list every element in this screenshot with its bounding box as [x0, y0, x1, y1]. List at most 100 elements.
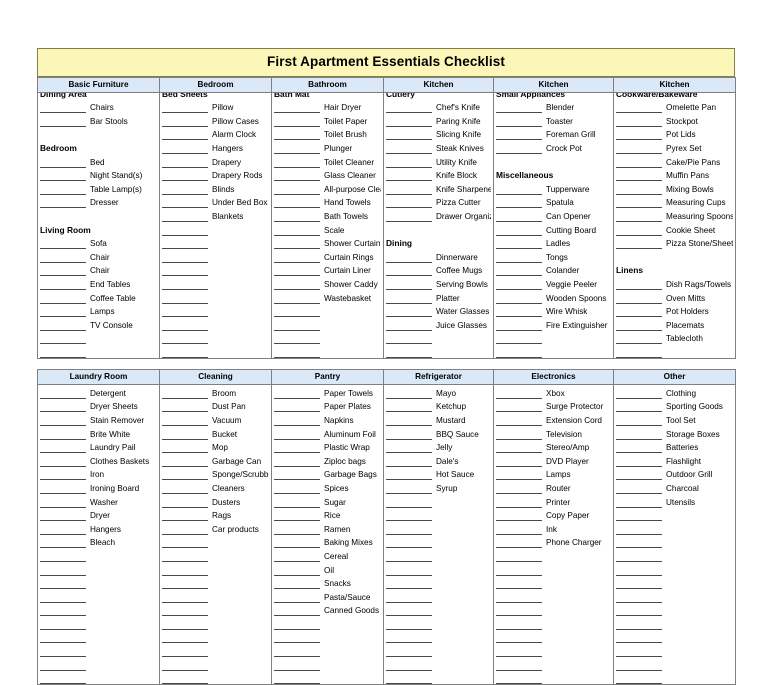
checkbox-line[interactable]	[386, 183, 432, 195]
checkbox-line[interactable]	[616, 169, 662, 182]
checkbox-line[interactable]	[40, 264, 86, 277]
checkbox-line[interactable]	[162, 564, 208, 576]
checklist-item-row[interactable]: Pyrex Set	[614, 140, 735, 155]
checkbox-line[interactable]	[40, 292, 86, 304]
checkbox-line[interactable]	[162, 659, 208, 671]
checklist-item-row[interactable]	[160, 643, 271, 658]
checkbox-line[interactable]	[40, 536, 86, 549]
checklist-item-row[interactable]	[38, 548, 159, 562]
checkbox-line[interactable]	[162, 128, 208, 141]
checkbox-line[interactable]	[162, 278, 208, 291]
checklist-item-row[interactable]: Lamps	[494, 467, 613, 481]
checkbox-line[interactable]	[616, 237, 662, 250]
checkbox-line[interactable]	[386, 319, 432, 331]
checkbox-line[interactable]	[162, 496, 208, 508]
checkbox-line[interactable]	[386, 305, 432, 318]
checkbox-line[interactable]	[162, 142, 208, 155]
checkbox-line[interactable]	[274, 278, 320, 291]
checklist-item-row[interactable]: Mayo	[384, 385, 493, 399]
checkbox-line[interactable]	[162, 455, 208, 467]
checklist-item-row[interactable]	[38, 616, 159, 630]
checklist-item-row[interactable]: Jelly	[384, 440, 493, 454]
checkbox-line[interactable]	[496, 251, 542, 263]
checklist-item-row[interactable]: Tablecloth	[614, 331, 735, 345]
checkbox-line[interactable]	[496, 414, 542, 426]
checklist-item-row[interactable]: Plunger	[272, 140, 383, 155]
checklist-item-row[interactable]: Mop	[160, 440, 271, 454]
checklist-item-row[interactable]	[384, 576, 493, 590]
checklist-item-row[interactable]: Scale	[272, 222, 383, 236]
checkbox-line[interactable]	[274, 210, 320, 223]
checklist-item-row[interactable]: Knife Block	[384, 168, 493, 182]
checklist-item-row[interactable]: Storage Boxes	[614, 426, 735, 440]
checkbox-line[interactable]	[40, 509, 86, 522]
checklist-item-row[interactable]	[614, 508, 735, 522]
checklist-item-row[interactable]: Surge Protector	[494, 399, 613, 413]
checklist-item-row[interactable]: Pasta/Sauce	[272, 589, 383, 603]
checklist-item-row[interactable]	[272, 671, 383, 685]
checklist-item-row[interactable]: Sponge/Scrubber	[160, 467, 271, 481]
checkbox-line[interactable]	[616, 414, 662, 426]
checkbox-line[interactable]	[496, 659, 542, 671]
checkbox-line[interactable]	[162, 196, 208, 209]
checklist-item-row[interactable]	[614, 657, 735, 671]
checkbox-line[interactable]	[162, 468, 208, 481]
checkbox-line[interactable]	[496, 672, 542, 685]
checkbox-line[interactable]	[274, 264, 320, 277]
checkbox-line[interactable]	[40, 659, 86, 671]
checkbox-line[interactable]	[274, 536, 320, 549]
checklist-item-row[interactable]: Vacuum	[160, 412, 271, 426]
checkbox-line[interactable]	[274, 346, 320, 358]
checklist-item-row[interactable]	[384, 643, 493, 658]
checklist-item-row[interactable]	[160, 548, 271, 562]
checkbox-line[interactable]	[496, 237, 542, 250]
checkbox-line[interactable]	[274, 672, 320, 685]
checklist-item-row[interactable]: Oil	[272, 562, 383, 576]
checkbox-line[interactable]	[386, 577, 432, 590]
checklist-item-row[interactable]: Mixing Bowls	[614, 181, 735, 195]
checkbox-line[interactable]	[274, 591, 320, 603]
checkbox-line[interactable]	[274, 577, 320, 590]
checkbox-line[interactable]	[616, 482, 662, 494]
checkbox-line[interactable]	[40, 496, 86, 508]
checkbox-line[interactable]	[274, 523, 320, 535]
checkbox-line[interactable]	[616, 115, 662, 127]
checklist-item-row[interactable]: Curtain Liner	[272, 263, 383, 277]
checklist-item-row[interactable]: Cleaners	[160, 480, 271, 494]
checklist-item-row[interactable]: Charcoal	[614, 480, 735, 494]
checkbox-line[interactable]	[162, 237, 208, 250]
checklist-item-row[interactable]: Blinds	[160, 181, 271, 195]
checkbox-line[interactable]	[40, 387, 86, 399]
checkbox-line[interactable]	[162, 264, 208, 277]
checkbox-line[interactable]	[40, 577, 86, 590]
checklist-item-row[interactable]: Water Glasses	[384, 304, 493, 318]
checkbox-line[interactable]	[386, 278, 432, 291]
checklist-item-row[interactable]: Veggie Peeler	[494, 276, 613, 291]
checklist-item-row[interactable]: Pot Holders	[614, 304, 735, 318]
checkbox-line[interactable]	[162, 645, 208, 658]
checklist-item-row[interactable]	[494, 562, 613, 576]
checkbox-line[interactable]	[162, 292, 208, 304]
checklist-item-row[interactable]: Ladles	[494, 236, 613, 250]
checkbox-line[interactable]	[274, 305, 320, 318]
checklist-item-row[interactable]: Dresser	[38, 195, 159, 209]
checklist-item-row[interactable]: Clothing	[614, 385, 735, 399]
checklist-item-row[interactable]: Washer	[38, 494, 159, 508]
checklist-item-row[interactable]: Blankets	[160, 208, 271, 223]
checkbox-line[interactable]	[274, 631, 320, 644]
checklist-item-row[interactable]: Drawer Organizer	[384, 208, 493, 223]
checklist-item-row[interactable]: Shower Curtain	[272, 236, 383, 250]
checkbox-line[interactable]	[386, 536, 432, 549]
checklist-item-row[interactable]	[38, 344, 159, 358]
checkbox-line[interactable]	[386, 591, 432, 603]
checklist-item-row[interactable]	[494, 603, 613, 617]
checkbox-line[interactable]	[386, 210, 432, 223]
checkbox-line[interactable]	[386, 496, 432, 508]
checklist-item-row[interactable]: Placemats	[614, 317, 735, 331]
checklist-item-row[interactable]	[38, 331, 159, 345]
checklist-item-row[interactable]: Hair Dryer	[272, 100, 383, 114]
checklist-item-row[interactable]: Bath Towels	[272, 208, 383, 223]
checkbox-line[interactable]	[40, 319, 86, 331]
checklist-item-row[interactable]	[614, 344, 735, 358]
checkbox-line[interactable]	[496, 400, 542, 413]
